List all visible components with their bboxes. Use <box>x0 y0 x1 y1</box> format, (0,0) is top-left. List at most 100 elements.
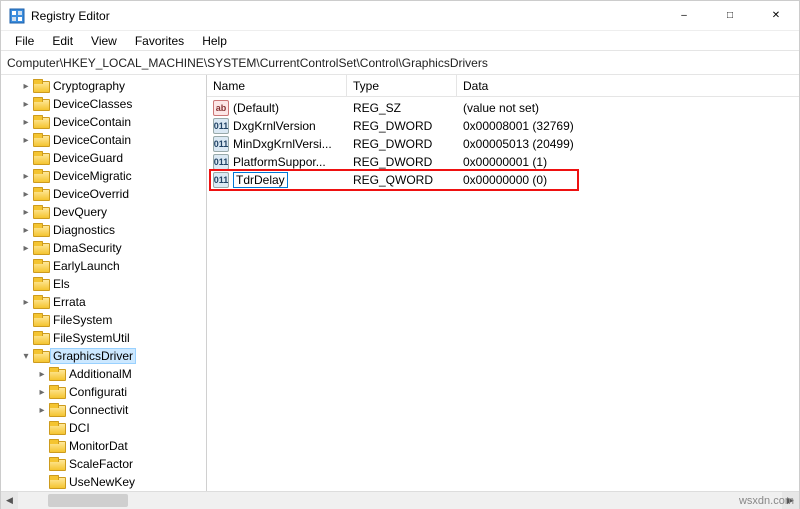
value-name-cell: 011DxgKrnlVersion <box>207 118 347 134</box>
value-type-cell: REG_DWORD <box>347 155 457 169</box>
folder-icon <box>33 313 49 327</box>
tree-node[interactable]: ▸ DeviceContain <box>3 131 206 149</box>
value-name-cell: 011 PlatformSuppor... <box>207 154 347 170</box>
list-header[interactable]: Name Type Data <box>207 75 799 97</box>
expand-icon[interactable]: ▸ <box>35 387 49 398</box>
expand-icon[interactable]: ▸ <box>19 135 33 146</box>
binary-value-icon: 011 <box>213 154 229 170</box>
tree-node-label: Errata <box>51 295 88 309</box>
scroll-thumb[interactable] <box>48 494 128 507</box>
expand-icon[interactable]: ▸ <box>19 81 33 92</box>
folder-icon <box>33 151 49 165</box>
value-type-cell: REG_DWORD <box>347 119 457 133</box>
col-name[interactable]: Name <box>207 75 347 96</box>
titlebar: Registry Editor – □ ✕ <box>1 1 799 31</box>
expand-icon[interactable]: ▸ <box>19 207 33 218</box>
expand-icon[interactable]: ▸ <box>19 243 33 254</box>
tree-node[interactable]: Els <box>3 275 206 293</box>
menu-view[interactable]: View <box>83 32 125 50</box>
tree-node-label: DeviceClasses <box>51 97 134 111</box>
tree-node[interactable]: ▸ DeviceContain <box>3 113 206 131</box>
expand-icon[interactable]: ▸ <box>19 189 33 200</box>
tree-node[interactable]: MonitorDat <box>3 437 206 455</box>
expand-icon[interactable]: ▸ <box>35 369 49 380</box>
scroll-left-button[interactable]: ◀ <box>1 492 18 509</box>
tree-node-label: AdditionalM <box>67 367 134 381</box>
folder-icon <box>49 421 65 435</box>
tree-node[interactable]: FileSystemUtil <box>3 329 206 347</box>
value-row[interactable]: 011DxgKrnlVersionREG_DWORD0x00008001 (32… <box>207 117 799 135</box>
tree-node[interactable]: UseNewKey <box>3 473 206 491</box>
expand-icon[interactable]: ▸ <box>19 171 33 182</box>
value-name: DxgKrnlVersion <box>233 119 316 133</box>
folder-icon <box>33 277 49 291</box>
tree-pane[interactable]: ▸Cryptography▸DeviceClasses▸DeviceContai… <box>1 75 207 491</box>
expand-icon[interactable]: ▸ <box>19 297 33 308</box>
tree-node[interactable]: ▸ Errata <box>3 293 206 311</box>
tree-node[interactable]: ▸DeviceOverrid <box>3 185 206 203</box>
col-type[interactable]: Type <box>347 75 457 96</box>
tree-node[interactable]: ▸ DevQuery <box>3 203 206 221</box>
tree-node-label: FileSystem <box>51 313 114 327</box>
col-data[interactable]: Data <box>457 75 799 96</box>
expand-icon[interactable]: ▸ <box>19 99 33 110</box>
tree-node-label: DeviceContain <box>51 115 133 129</box>
value-type-cell: REG_SZ <box>347 101 457 115</box>
folder-icon <box>33 187 49 201</box>
expand-icon[interactable]: ▸ <box>19 117 33 128</box>
value-row[interactable]: 011TdrDelayREG_QWORD0x00000000 (0) <box>207 171 799 189</box>
tree-node[interactable]: ▸Cryptography <box>3 77 206 95</box>
menu-edit[interactable]: Edit <box>44 32 81 50</box>
menubar: File Edit View Favorites Help <box>1 31 799 51</box>
value-name-cell: 011MinDxgKrnlVersi... <box>207 136 347 152</box>
tree-node[interactable]: ▸Diagnostics <box>3 221 206 239</box>
tree-node[interactable]: ▸Connectivit <box>3 401 206 419</box>
folder-icon <box>33 115 49 129</box>
tree-node[interactable]: ▸DmaSecurity <box>3 239 206 257</box>
tree-node[interactable]: ▸Configurati <box>3 383 206 401</box>
value-name: (Default) <box>233 101 279 115</box>
list-pane[interactable]: Name Type Data ab (Default) REG_SZ(value n… <box>207 75 799 491</box>
expand-icon[interactable]: ▸ <box>35 405 49 416</box>
value-row[interactable]: 011 PlatformSuppor... REG_DWORD0x00000001 … <box>207 153 799 171</box>
expand-icon[interactable]: ▸ <box>19 225 33 236</box>
folder-icon <box>33 79 49 93</box>
tree-node[interactable]: ▸ DeviceClasses <box>3 95 206 113</box>
tree-hscrollbar[interactable]: ◀ ▶ <box>1 491 799 508</box>
tree-node-label: FileSystemUtil <box>51 331 132 345</box>
tree-node[interactable]: ▸ DeviceMigratic <box>3 167 206 185</box>
close-button[interactable]: ✕ <box>753 1 799 31</box>
value-row[interactable]: ab (Default) REG_SZ(value not set) <box>207 99 799 117</box>
tree-node-label: DevQuery <box>51 205 109 219</box>
tree-node-label: DeviceGuard <box>51 151 125 165</box>
tree-node[interactable]: DCI <box>3 419 206 437</box>
tree-node-label: DeviceContain <box>51 133 133 147</box>
content-split: ▸Cryptography▸DeviceClasses▸DeviceContai… <box>1 75 799 491</box>
menu-file[interactable]: File <box>7 32 42 50</box>
value-name[interactable]: TdrDelay <box>233 172 288 188</box>
binary-value-icon: 011 <box>213 136 229 152</box>
tree-node[interactable]: ScaleFactor <box>3 455 206 473</box>
menu-favorites[interactable]: Favorites <box>127 32 192 50</box>
tree-node[interactable]: ▸ AdditionalM <box>3 365 206 383</box>
address-bar[interactable]: Computer\HKEY_LOCAL_MACHINE\SYSTEM\Curre… <box>1 51 799 75</box>
value-row[interactable]: 011MinDxgKrnlVersi...REG_DWORD0x00005013… <box>207 135 799 153</box>
value-name: PlatformSuppor... <box>233 155 326 169</box>
tree-node-label: DeviceMigratic <box>51 169 134 183</box>
string-value-icon: ab <box>213 100 229 116</box>
tree-node-label: DCI <box>67 421 92 435</box>
value-name-cell: 011TdrDelay <box>207 172 347 188</box>
scroll-track[interactable] <box>18 492 782 509</box>
tree-node[interactable]: FileSystem <box>3 311 206 329</box>
minimize-button[interactable]: – <box>661 1 707 31</box>
tree-node[interactable]: ▾GraphicsDriver <box>3 347 206 365</box>
value-name-cell: ab (Default) <box>207 100 347 116</box>
collapse-icon[interactable]: ▾ <box>19 351 33 362</box>
tree-node[interactable]: DeviceGuard <box>3 149 206 167</box>
tree-node[interactable]: EarlyLaunch <box>3 257 206 275</box>
menu-help[interactable]: Help <box>194 32 235 50</box>
maximize-button[interactable]: □ <box>707 1 753 31</box>
value-data-cell: 0x00000001 (1) <box>457 155 799 169</box>
folder-icon <box>33 259 49 273</box>
value-data-cell: (value not set) <box>457 101 799 115</box>
